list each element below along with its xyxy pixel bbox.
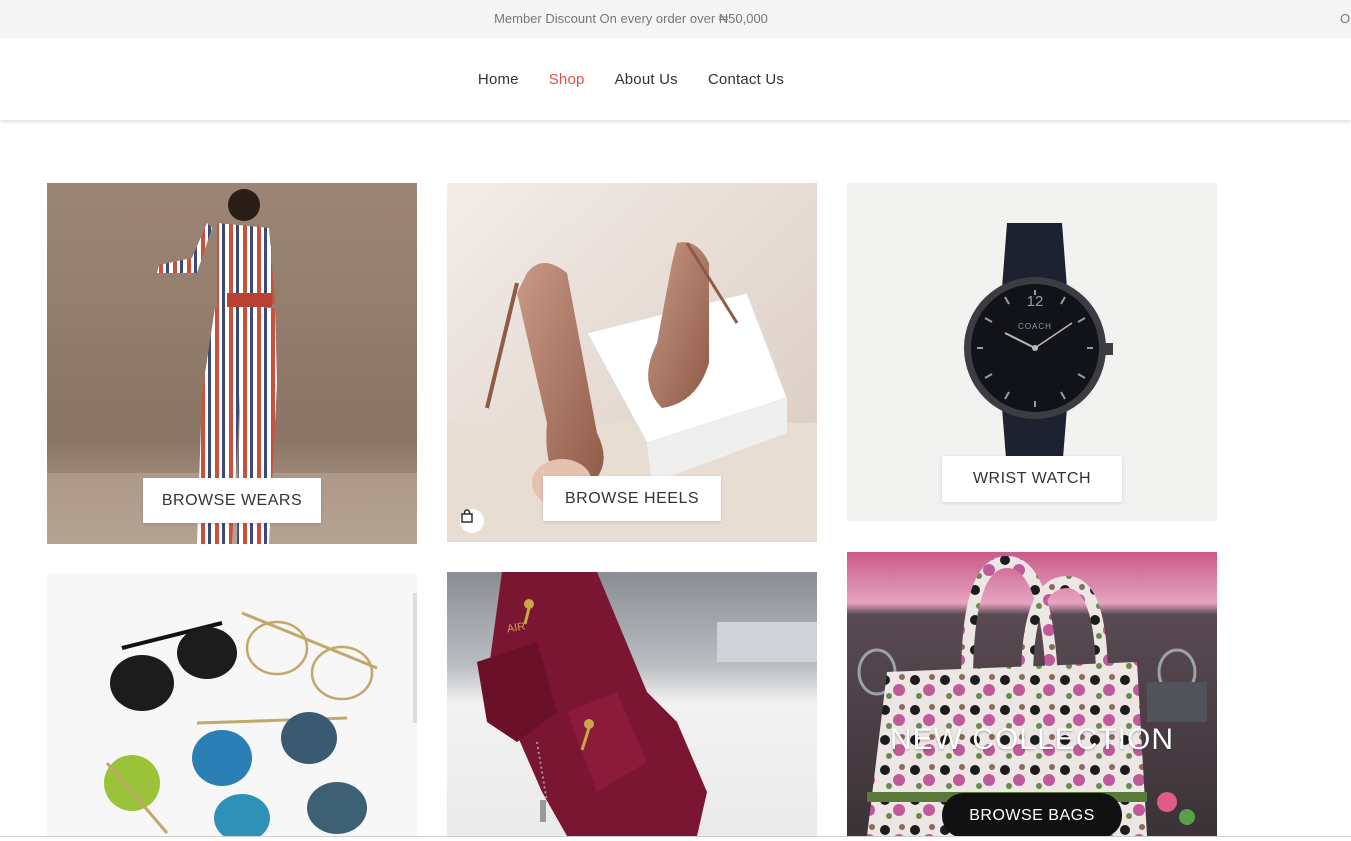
announcement-overflow-text: O	[1340, 11, 1351, 26]
viewport-bottom-divider	[0, 836, 1351, 837]
nav-shop-link[interactable]: Shop	[549, 71, 585, 88]
category-tile-sunglasses[interactable]	[47, 573, 417, 836]
sneakers-image	[447, 572, 817, 836]
watch-dial-number: 12	[1026, 293, 1044, 310]
site-header: Home Shop About Us Contact Us	[0, 38, 1351, 120]
new-collection-heading: NEW COLLECTION	[889, 723, 1175, 756]
watch-brand-text: COACH	[1018, 322, 1052, 331]
nav-home-link[interactable]: Home	[478, 71, 519, 88]
category-tile-wears[interactable]: BROWSE WEARS	[47, 183, 417, 544]
category-tile-sneakers[interactable]: AIR	[447, 572, 817, 836]
sunglasses-image	[47, 573, 417, 836]
browse-heels-button[interactable]: BROWSE HEELS	[543, 476, 721, 521]
wrist-watch-button[interactable]: WRIST WATCH	[942, 456, 1122, 502]
browse-bags-button[interactable]: BROWSE BAGS	[942, 793, 1122, 836]
nav-contact-link[interactable]: Contact Us	[708, 71, 784, 88]
category-tile-watch[interactable]: 12 COACH WRIST WATCH	[847, 183, 1217, 521]
browse-wears-button[interactable]: BROWSE WEARS	[143, 478, 321, 523]
category-tile-bags[interactable]: NEW COLLECTION BROWSE BAGS	[847, 552, 1217, 836]
bag-icon[interactable]	[460, 509, 484, 533]
nav-about-link[interactable]: About Us	[615, 71, 678, 88]
category-tile-heels[interactable]: BROWSE HEELS	[447, 183, 817, 542]
announcement-text: Member Discount On every order over ₦50,…	[494, 11, 768, 26]
main-nav: Home Shop About Us Contact Us	[0, 38, 1262, 120]
announcement-bar: Member Discount On every order over ₦50,…	[0, 0, 1351, 38]
